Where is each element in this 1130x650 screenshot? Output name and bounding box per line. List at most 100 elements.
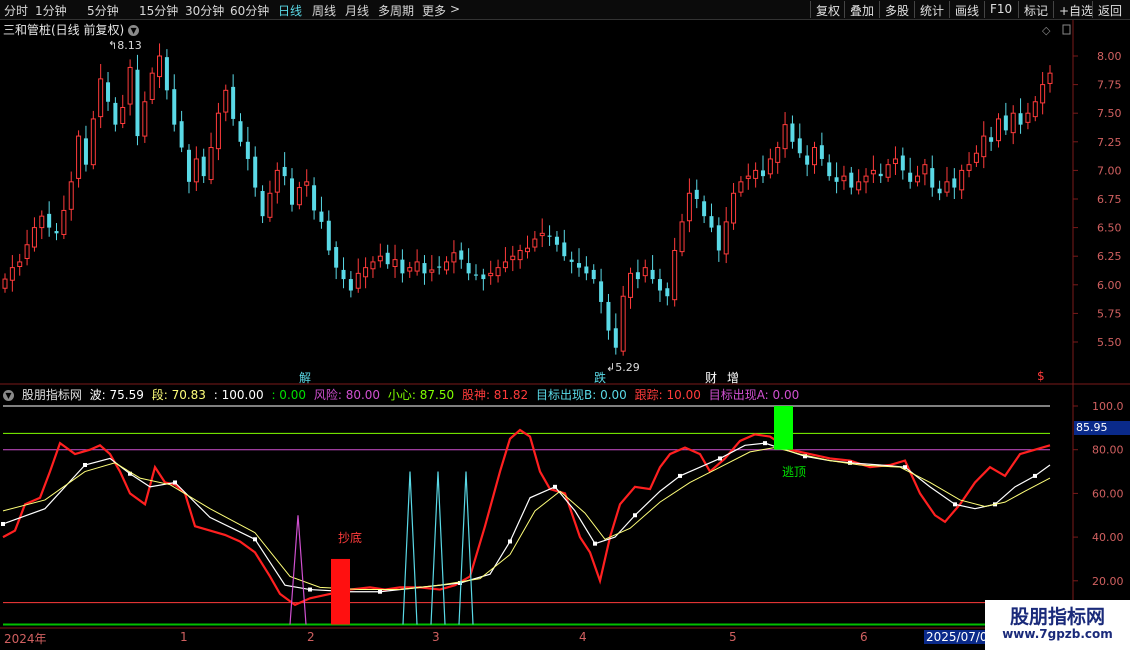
candle-body-down [650, 269, 655, 280]
candle-body-down [201, 156, 206, 177]
candle-body-down [481, 274, 486, 280]
indicator-point-bo [308, 587, 312, 592]
candle-body-up [208, 147, 214, 181]
candle-body-up [90, 118, 96, 166]
candle-body-down [613, 328, 618, 348]
indicator-value-track: 跟踪: 10.00 [634, 388, 701, 402]
candle-body-down [260, 190, 265, 217]
bottom-signal-bar [331, 558, 350, 625]
candle-body-up [1025, 112, 1031, 123]
candle-body-down [172, 89, 177, 125]
candle-body-down [989, 137, 994, 142]
indicator-point-bo [378, 589, 382, 594]
candle-body-down [282, 166, 287, 177]
candle-body-down [113, 102, 118, 125]
candle-body-down [1018, 113, 1023, 125]
indicator-point-bo [253, 537, 257, 542]
price-axis-label: 7.50 [1097, 107, 1122, 120]
candle-body-down [805, 155, 810, 165]
candle-body-down [466, 263, 471, 274]
candle-body-down [569, 259, 574, 262]
time-label-6: 6 [860, 630, 868, 644]
candle-body-up [274, 169, 280, 193]
candle-body-down [547, 235, 552, 237]
candle-body-down [834, 177, 839, 182]
candle-body-up [915, 175, 921, 183]
pane-toggle-icon[interactable] [1062, 24, 1071, 35]
candle-body-up [1010, 112, 1016, 134]
candle-body-up [414, 261, 420, 272]
candle-body-down [716, 225, 721, 251]
event-marker-cai[interactable]: 财 [705, 369, 717, 386]
candle-body-up [745, 175, 751, 179]
candle-body-down [326, 220, 331, 251]
watermark-logo: 股朋指标网 www.7gpzb.com [985, 600, 1130, 650]
candle-body-down [760, 170, 765, 177]
event-marker-die[interactable]: 跌 [594, 369, 606, 386]
candle-body-up [68, 181, 74, 210]
candle-body-up [488, 272, 494, 277]
candle-body-down [238, 121, 243, 142]
candle-body-up [944, 181, 950, 193]
candle-body-up [392, 259, 398, 267]
candle-body-down [930, 168, 935, 188]
indicator-point-bo [1, 521, 5, 526]
candle-body-up [24, 244, 30, 259]
candle-body-up [363, 267, 369, 278]
candle-body-down [290, 178, 295, 205]
indicator-point-bo [678, 473, 682, 478]
candle-body-up [267, 192, 273, 218]
indicator-value-caution: 小心: 87.50 [387, 388, 455, 402]
price-chart[interactable]: 8.00 7.75 7.50 7.25 7.00 6.75 6.50 6.25 6.00 5.75… [0, 0, 1130, 650]
price-axis-label: 7.00 [1097, 164, 1122, 177]
price-axis-label: 7.75 [1097, 79, 1122, 92]
candle-body-down [106, 82, 111, 102]
candle-body-up [856, 181, 862, 191]
indicator-axis-label: 80.00 [1092, 444, 1124, 457]
candle-body-up [995, 118, 1001, 142]
candle-body-down [584, 266, 589, 274]
candle-body-down [348, 279, 353, 291]
candle-body-up [753, 169, 759, 179]
candle-body-down [694, 189, 699, 199]
candle-body-up [39, 215, 45, 229]
candle-body-down [908, 172, 913, 182]
candle-body-down [164, 57, 169, 91]
price-axis-label: 5.75 [1097, 307, 1122, 320]
candle-body-down [245, 141, 250, 159]
candle-body-down [900, 155, 905, 171]
candle-body-up [885, 164, 891, 178]
candle-body-down [591, 269, 596, 280]
event-marker-jie[interactable]: 解 [299, 369, 311, 386]
candle-body-down [400, 259, 405, 274]
indicator-axis-label: 100.0 [1092, 400, 1124, 413]
candle-body-up [782, 124, 788, 150]
candle-body-up [157, 55, 163, 78]
candle-body-up [981, 135, 987, 158]
candle-body-up [193, 158, 199, 183]
candle-body-up [532, 238, 538, 248]
indicator-point-bo [593, 541, 597, 546]
candle-body-up [966, 164, 972, 171]
candle-body-up [120, 106, 126, 124]
indicator-point-bo [1033, 473, 1037, 478]
candle-body-up [738, 181, 744, 193]
price-axis-label: 6.75 [1097, 193, 1122, 206]
candle-body-down [849, 172, 854, 188]
candle-body-down [47, 213, 52, 228]
candle-body-up [444, 261, 450, 271]
high-price-label: ↰8.13 [108, 39, 142, 52]
current-value-badge: 85.95 [1074, 421, 1130, 435]
target-b-spike [430, 471, 446, 625]
top-signal-label: 逃顶 [782, 465, 807, 479]
chevron-down-icon[interactable]: ▼ [3, 390, 14, 401]
event-marker-zeng[interactable]: 增 [727, 369, 739, 386]
candle-body-up [142, 101, 148, 137]
time-label-2024: 2024年 [4, 632, 47, 646]
candle-body-up [892, 158, 898, 165]
candle-body-down [937, 188, 942, 194]
diamond-icon[interactable]: ◇ [1042, 24, 1051, 37]
event-marker-dollar[interactable]: $ [1037, 369, 1045, 383]
time-axis: 2024年 1 2 3 4 5 6 2025/07/01 [0, 630, 1073, 650]
candle-body-down [635, 272, 640, 280]
